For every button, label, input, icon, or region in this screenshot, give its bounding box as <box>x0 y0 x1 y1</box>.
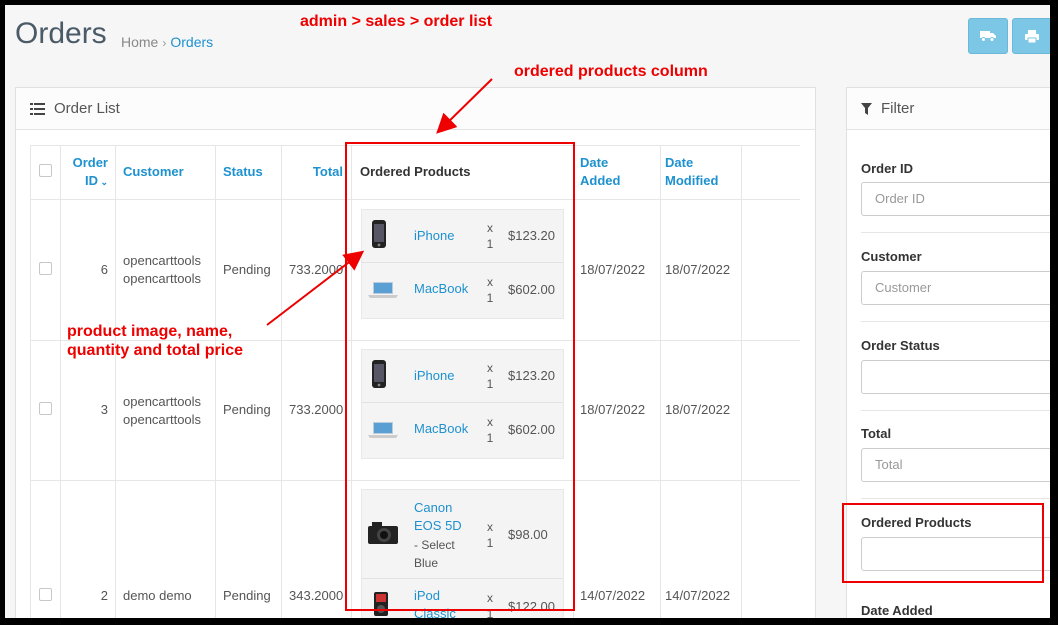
column-arrow <box>436 78 493 134</box>
product-arrow <box>266 250 365 326</box>
admin-page: Orders Home › Orders Order List Order ID ⌄… <box>5 5 1050 618</box>
annotation-arrows <box>266 78 493 326</box>
